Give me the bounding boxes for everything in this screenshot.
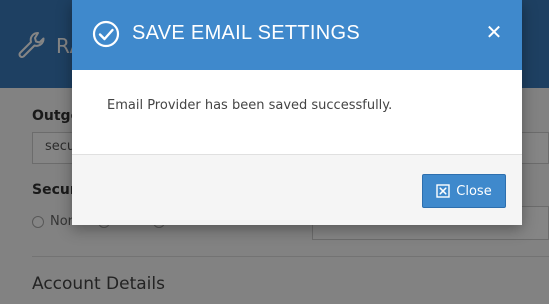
modal-footer: Close <box>72 154 522 225</box>
success-message: Email Provider has been saved successful… <box>107 98 393 113</box>
x-square-icon <box>436 184 450 198</box>
close-button-label: Close <box>456 183 492 199</box>
check-circle-icon <box>92 20 120 48</box>
close-button[interactable]: Close <box>422 174 506 208</box>
modal-title: SAVE EMAIL SETTINGS <box>132 22 360 44</box>
modal-body: Email Provider has been saved successful… <box>72 70 522 154</box>
modal-header: SAVE EMAIL SETTINGS ✕ <box>72 0 522 70</box>
save-email-settings-dialog: SAVE EMAIL SETTINGS ✕ Email Provider has… <box>72 0 522 225</box>
close-icon[interactable]: ✕ <box>482 20 506 44</box>
